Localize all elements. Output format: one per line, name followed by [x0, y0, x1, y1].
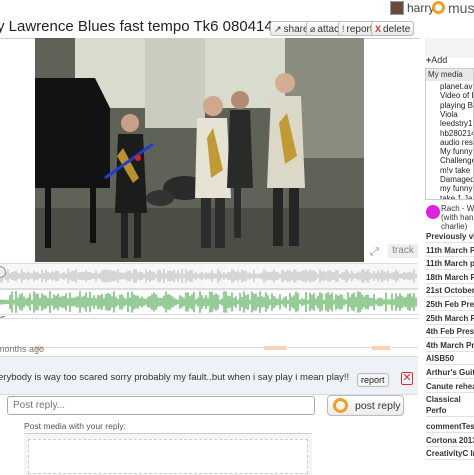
flag-icon: ! — [342, 24, 345, 34]
post-media-label: Post media with your reply: — [24, 421, 127, 431]
add-media-button[interactable]: +Add — [426, 55, 447, 65]
logo-text[interactable]: musi — [448, 0, 474, 16]
comment-timeline[interactable] — [0, 318, 418, 348]
collection-item[interactable]: Canute rehears — [426, 381, 474, 393]
video-title: y Lawrence Blues fast tempo Tk6 080414.m… — [0, 18, 306, 35]
close-icon: X — [375, 24, 382, 34]
delete-button[interactable]: Xdelete — [371, 21, 415, 36]
timeline-marker[interactable] — [264, 346, 286, 350]
comment-text: erybody is way too scared sorry probably… — [0, 372, 350, 383]
media-dropzone[interactable] — [28, 439, 308, 474]
media-list-item[interactable]: take 1 Jan — [440, 194, 473, 199]
fullscreen-icon[interactable]: ⤢ — [370, 246, 379, 259]
activity-line: Rach - Wal — [441, 204, 474, 213]
collection-item[interactable]: 4th March Prese — [426, 340, 474, 352]
collection-item[interactable]: Cortona 2013 P — [426, 435, 474, 447]
comment-report-button[interactable]: report — [357, 373, 389, 387]
reply-input[interactable] — [7, 396, 315, 415]
timeline-marker[interactable] — [372, 346, 390, 350]
share-icon: ↗ — [274, 24, 282, 34]
waveform-grey — [0, 269, 417, 283]
collection-item[interactable]: 11th March Prese — [426, 245, 474, 257]
collection-item[interactable]: commentTestin — [426, 421, 474, 434]
comment-timestamp: months ago — [0, 344, 45, 354]
username[interactable]: harry — [407, 1, 434, 15]
video-frame — [35, 38, 364, 262]
activity-text[interactable]: Rach - Wal (with hanna charlie) — [441, 204, 474, 231]
collection-item[interactable]: 25th March Pres — [426, 313, 474, 325]
video-player[interactable] — [35, 38, 364, 262]
logo-icon — [333, 398, 348, 413]
post-reply-label: post reply — [355, 400, 401, 412]
collection-item[interactable]: 11th March pres — [426, 258, 474, 271]
collection-item[interactable]: 21st October 20 — [426, 285, 474, 298]
track-button[interactable]: track — [388, 244, 418, 258]
my-media-panel: My media planet.aviVideo of Laplaying Ba… — [425, 68, 474, 200]
collection-item[interactable]: CreativityC In — [426, 448, 474, 461]
logo-icon — [432, 1, 445, 14]
waveform-track-2[interactable] — [0, 289, 418, 315]
waveform-green — [0, 291, 417, 313]
avatar[interactable] — [426, 205, 440, 219]
collection-item[interactable]: Classical Perfo Coursework — [426, 394, 474, 418]
user-avatar[interactable] — [390, 1, 404, 15]
collection-item[interactable]: AISB50 — [426, 353, 474, 366]
paperclip-icon: ⌀ — [310, 24, 316, 34]
collection-item[interactable]: Arthur's Guitar — [426, 367, 474, 379]
activity-line: (with hanna — [441, 213, 474, 222]
collection-item[interactable]: 25th Feb Presen — [426, 299, 474, 311]
my-media-header: My media — [426, 69, 473, 81]
post-reply-button[interactable]: post reply — [327, 395, 404, 416]
waveform-track-1[interactable] — [0, 263, 418, 289]
collection-item[interactable]: 4th Feb Presenta — [426, 326, 474, 339]
collection-item[interactable]: 18th March Pres — [426, 272, 474, 284]
previously-viewed-item[interactable]: Previously view — [426, 231, 474, 243]
comment-delete-icon[interactable]: ✕ — [401, 372, 413, 385]
activity-line: charlie) — [441, 222, 468, 231]
